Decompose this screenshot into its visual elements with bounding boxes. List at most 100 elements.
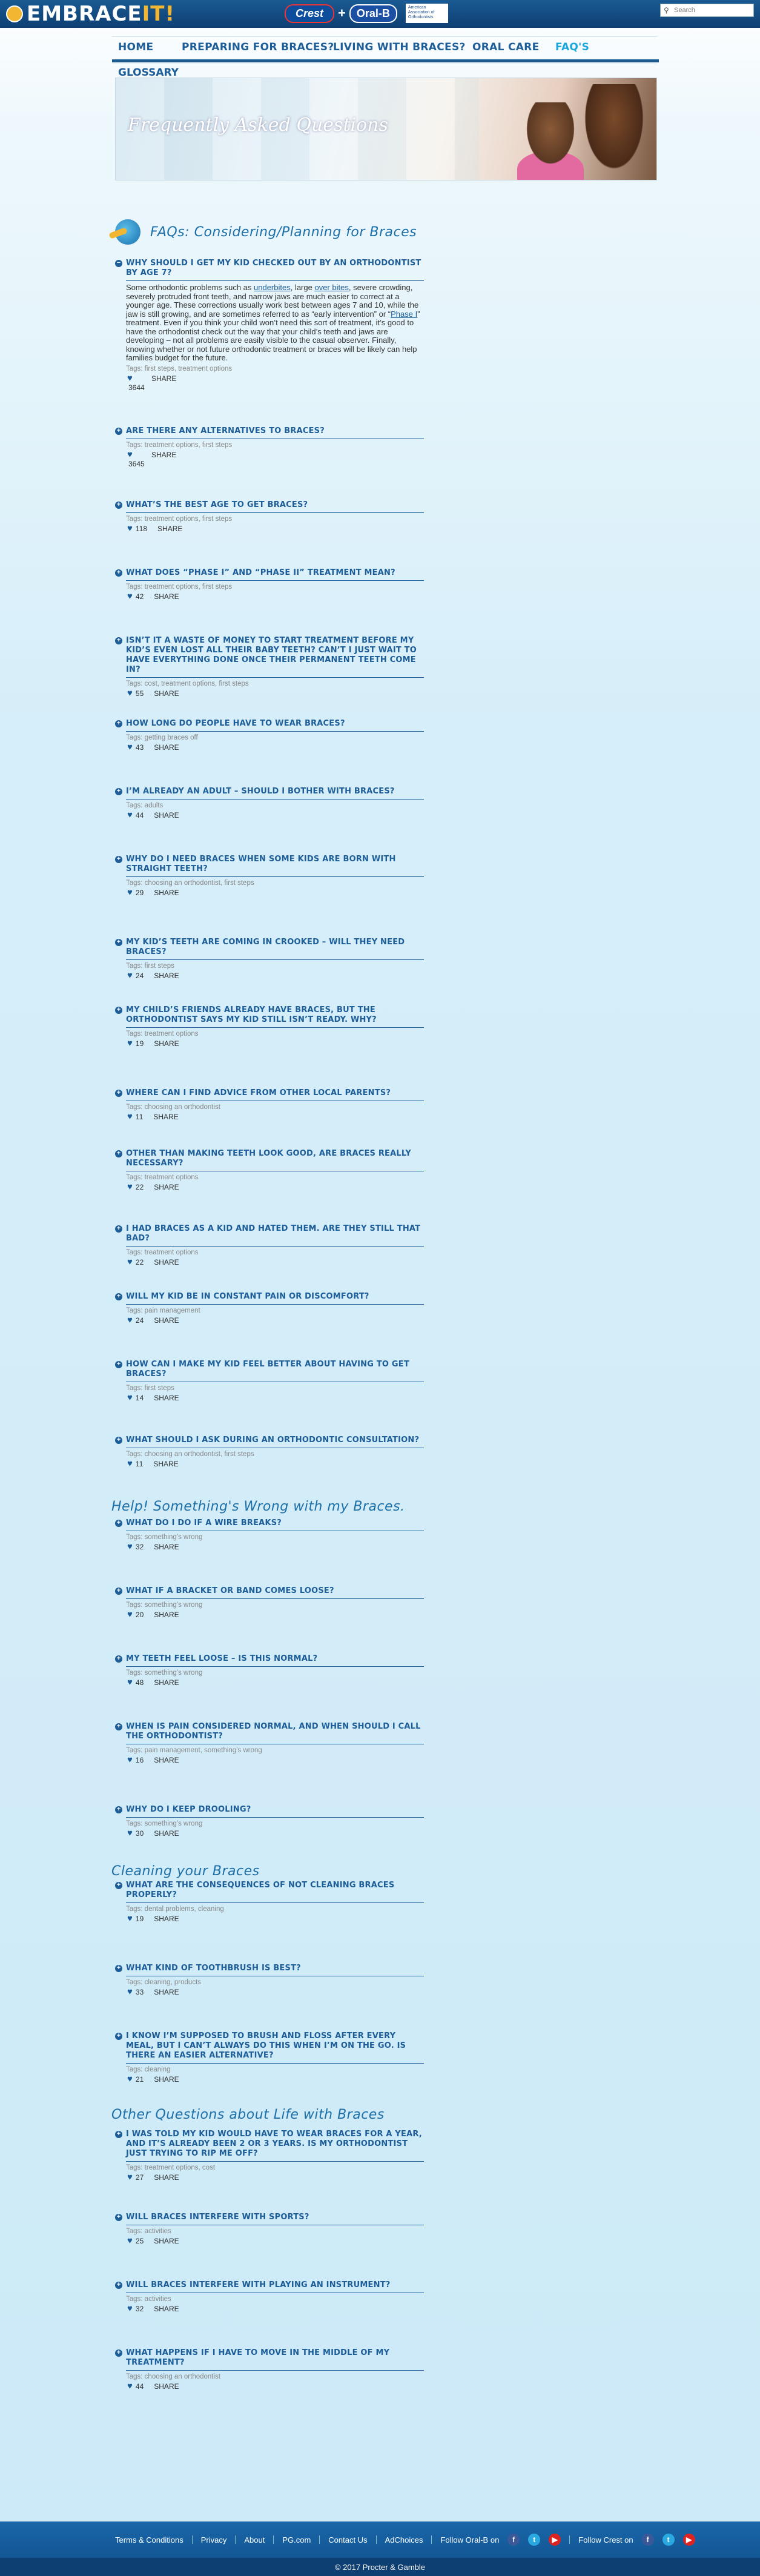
faq-question-row[interactable]: + Isn’t it a waste of money to start trea… <box>115 636 424 675</box>
expand-icon[interactable]: + <box>115 1588 122 1595</box>
share-button[interactable]: SHARE <box>154 1915 179 1923</box>
faq-question-row[interactable]: + Why do I keep drooling? <box>115 1805 424 1815</box>
expand-icon[interactable]: + <box>115 637 122 644</box>
expand-icon[interactable]: + <box>115 2349 122 2357</box>
faq-question-row[interactable]: + What kind of toothbrush is best? <box>115 1964 424 1973</box>
faq-question-row[interactable]: + What if a bracket or band comes loose? <box>115 1586 424 1596</box>
youtube-icon[interactable]: ▶ <box>682 2534 695 2546</box>
search-box[interactable]: ⚲ <box>660 4 754 17</box>
heart-icon[interactable]: ♥ <box>127 2236 133 2245</box>
faq-question[interactable]: What if a bracket or band comes loose? <box>126 1586 334 1596</box>
faq-question-row[interactable]: + My teeth feel loose – is this normal? <box>115 1654 424 1664</box>
expand-icon[interactable]: + <box>115 1437 122 1444</box>
faq-question[interactable]: My kid’s teeth are coming in crooked – w… <box>126 938 424 957</box>
twitter-icon[interactable]: t <box>528 2534 541 2546</box>
expand-icon[interactable]: + <box>115 1361 122 1368</box>
share-button[interactable]: SHARE <box>153 1460 178 1468</box>
faq-question[interactable]: What does “Phase I” and “Phase II” treat… <box>126 568 395 578</box>
faq-question-row[interactable]: + What happens if I have to move in the m… <box>115 2348 424 2368</box>
share-button[interactable]: SHARE <box>154 743 179 752</box>
heart-icon[interactable]: ♥ <box>127 1755 133 1764</box>
heart-icon[interactable]: ♥ <box>127 888 133 897</box>
search-icon[interactable]: ⚲ <box>664 6 669 15</box>
nav-home[interactable]: HOME <box>118 41 153 53</box>
expand-icon[interactable]: + <box>115 939 122 946</box>
expand-icon[interactable]: + <box>115 1520 122 1527</box>
share-button[interactable]: SHARE <box>157 525 182 533</box>
twitter-icon[interactable]: t <box>662 2534 675 2546</box>
nav-glossary[interactable]: GLOSSARY <box>118 67 179 79</box>
share-button[interactable]: SHARE <box>154 689 179 698</box>
share-button[interactable]: SHARE <box>154 2173 179 2182</box>
share-button[interactable]: SHARE <box>154 1611 179 1619</box>
faq-question-row[interactable]: + How can I make my kid feel better about… <box>115 1360 424 1379</box>
faq-question[interactable]: Why do I need braces when some kids are … <box>126 855 424 874</box>
faq-question-row[interactable]: + My child’s friends already have braces,… <box>115 1005 424 1025</box>
faq-question-row[interactable]: + When is pain considered normal, and whe… <box>115 1722 424 1741</box>
heart-icon[interactable]: ♥ <box>127 524 133 533</box>
faq-question[interactable]: My child’s friends already have braces, … <box>126 1005 424 1025</box>
footer-link-pg[interactable]: PG.com <box>282 2535 311 2545</box>
crest-logo[interactable]: Crest <box>285 4 335 23</box>
nav-living[interactable]: LIVING WITH BRACES? <box>333 41 466 53</box>
faq-question[interactable]: Why do I keep drooling? <box>126 1805 251 1815</box>
embrace-it-logo[interactable]: EMBRACEIT! <box>6 0 175 28</box>
faq-question[interactable]: Why should I get my kid checked out by a… <box>126 259 424 278</box>
faq-question-row[interactable]: + Will my kid be in constant pain or disc… <box>115 1292 424 1302</box>
share-button[interactable]: SHARE <box>154 1756 179 1764</box>
expand-icon[interactable]: + <box>115 856 122 863</box>
share-button[interactable]: SHARE <box>154 1394 179 1402</box>
footer-link-privacy[interactable]: Privacy <box>201 2535 227 2545</box>
faq-question-row[interactable]: + Will braces interfere with sports? <box>115 2213 424 2222</box>
faq-question[interactable]: Other than making teeth look good, are b… <box>126 1149 424 1168</box>
heart-icon[interactable]: ♥ <box>127 1257 133 1266</box>
faq-question-row[interactable]: + What does “Phase I” and “Phase II” trea… <box>115 568 424 578</box>
heart-icon[interactable]: ♥ <box>127 374 133 383</box>
expand-icon[interactable]: + <box>115 1806 122 1813</box>
oral-b-logo[interactable]: Oral-B <box>349 4 397 23</box>
heart-icon[interactable]: ♥ <box>127 810 133 819</box>
faq-question[interactable]: What kind of toothbrush is best? <box>126 1964 301 1973</box>
heart-icon[interactable]: ♥ <box>127 1393 133 1402</box>
faq-question-row[interactable]: + What do I do if a wire breaks? <box>115 1518 424 1528</box>
faq-question-row[interactable]: + Are there any alternatives to braces? <box>115 426 424 436</box>
share-button[interactable]: SHARE <box>154 1678 179 1687</box>
share-button[interactable]: SHARE <box>153 1113 178 1121</box>
aao-logo[interactable]: American Association of Orthodontists <box>405 4 448 23</box>
faq-question[interactable]: How long do people have to wear braces? <box>126 719 345 729</box>
expand-icon[interactable]: + <box>115 2131 122 2138</box>
expand-icon[interactable]: + <box>115 1150 122 1157</box>
share-button[interactable]: SHARE <box>154 1316 179 1325</box>
heart-icon[interactable]: ♥ <box>127 1678 133 1687</box>
heart-icon[interactable]: ♥ <box>127 1610 133 1619</box>
share-button[interactable]: SHARE <box>154 1039 179 1048</box>
heart-icon[interactable]: ♥ <box>127 2382 133 2391</box>
expand-icon[interactable]: + <box>115 2282 122 2289</box>
faq-question[interactable]: What happens if I have to move in the mi… <box>126 2348 424 2368</box>
share-button[interactable]: SHARE <box>154 592 179 601</box>
heart-icon[interactable]: ♥ <box>127 592 133 601</box>
underbites-link[interactable]: underbites <box>254 283 291 292</box>
faq-question[interactable]: My teeth feel loose – is this normal? <box>126 1654 317 1664</box>
heart-icon[interactable]: ♥ <box>127 1542 133 1551</box>
share-button[interactable]: SHARE <box>154 2237 179 2245</box>
faq-question[interactable]: I know I’m supposed to brush and floss a… <box>126 2031 424 2061</box>
expand-icon[interactable]: + <box>115 1293 122 1300</box>
faq-question-row[interactable]: + Where can I find advice from other loca… <box>115 1088 424 1098</box>
share-button[interactable]: SHARE <box>154 972 179 980</box>
faq-question[interactable]: Will my kid be in constant pain or disco… <box>126 1292 369 1302</box>
heart-icon[interactable]: ♥ <box>127 1829 133 1838</box>
faq-question[interactable]: How can I make my kid feel better about … <box>126 1360 424 1379</box>
heart-icon[interactable]: ♥ <box>127 2173 133 2182</box>
faq-question[interactable]: I’m already an adult – should I bother w… <box>126 787 395 796</box>
search-input[interactable] <box>674 5 750 15</box>
heart-icon[interactable]: ♥ <box>127 2304 133 2313</box>
expand-icon[interactable]: + <box>115 1007 122 1014</box>
faq-question[interactable]: Where can I find advice from other local… <box>126 1088 391 1098</box>
faq-question-row[interactable]: + I was told my kid would have to wear br… <box>115 2130 424 2159</box>
share-button[interactable]: SHARE <box>154 2382 179 2391</box>
expand-icon[interactable]: + <box>115 1090 122 1097</box>
faq-question[interactable]: Isn’t it a waste of money to start treat… <box>126 636 424 675</box>
heart-icon[interactable]: ♥ <box>127 1112 133 1121</box>
faq-question[interactable]: When is pain considered normal, and when… <box>126 1722 424 1741</box>
